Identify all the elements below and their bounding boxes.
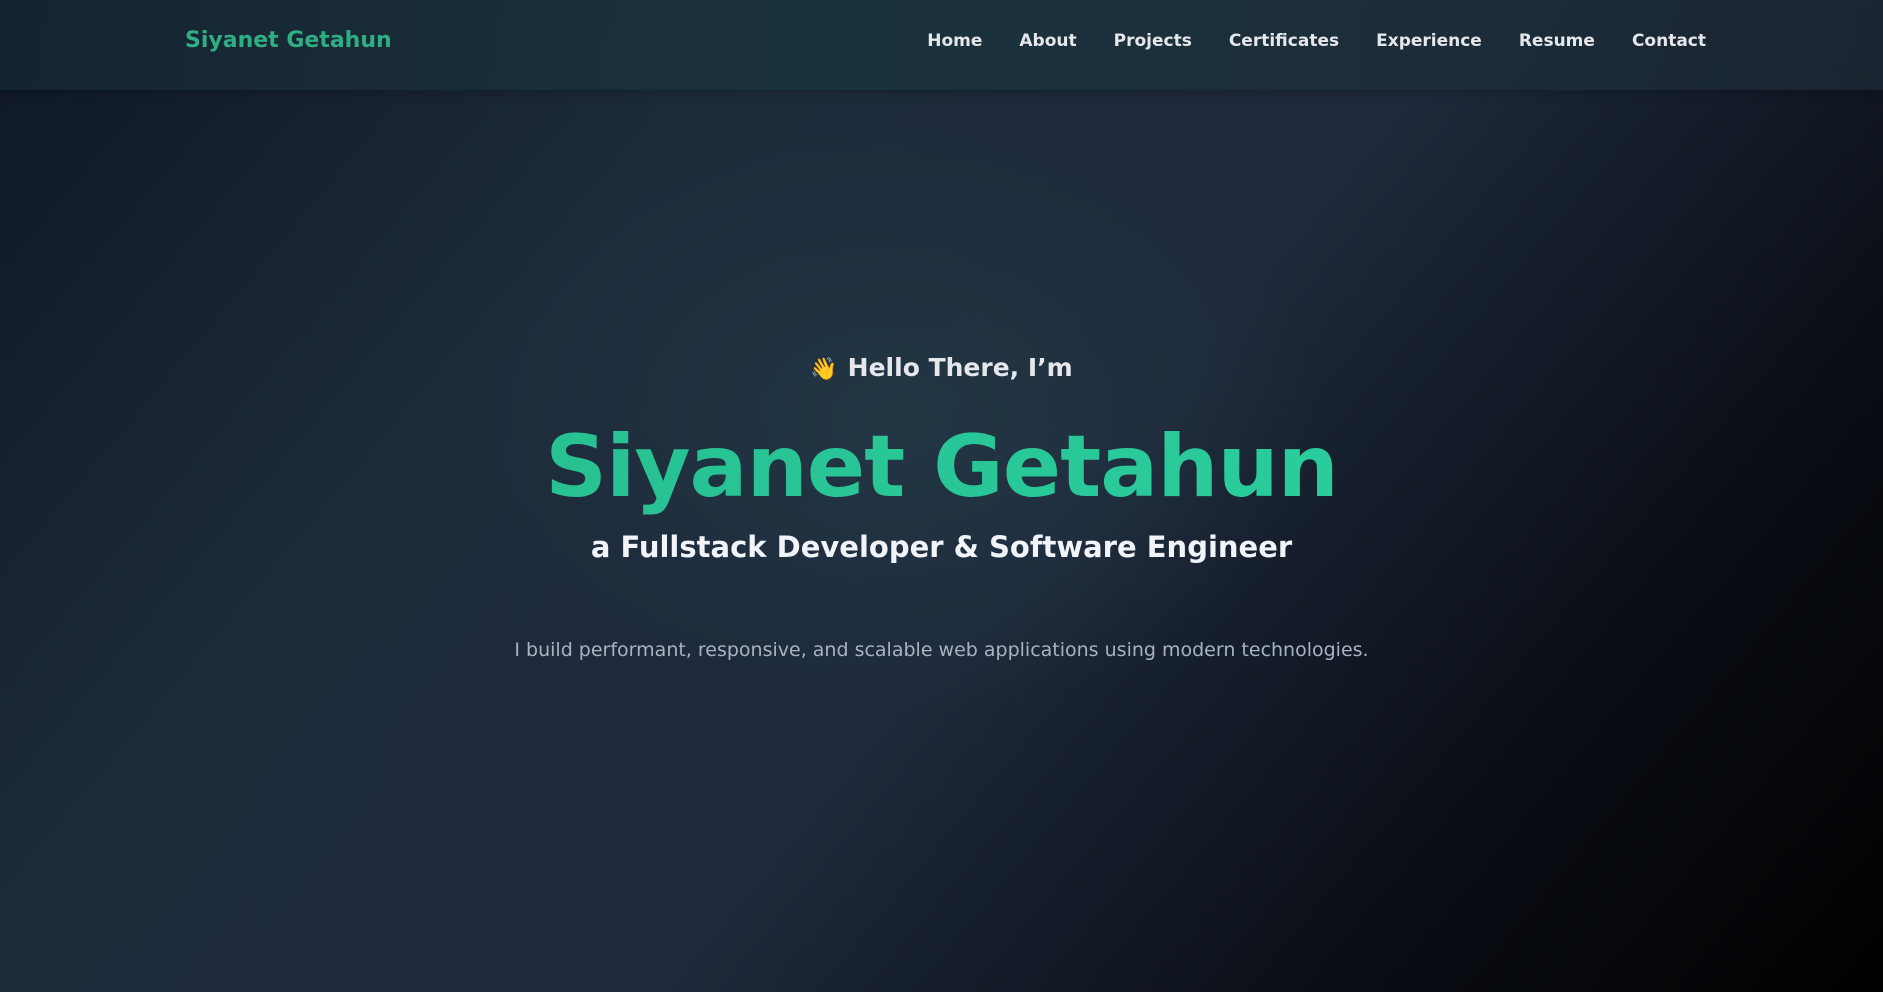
hero-name: Siyanet Getahun xyxy=(0,417,1883,517)
hero-section: 👋 Hello There, I’m Siyanet Getahun a Full… xyxy=(0,0,1883,992)
hero-description: I build performant, responsive, and scal… xyxy=(514,639,1369,661)
waving-hand-icon: 👋 xyxy=(810,357,838,382)
hero-greeting: 👋 Hello There, I’m xyxy=(0,353,1883,382)
hero-greeting-text: Hello There, I’m xyxy=(847,353,1073,382)
hero-subtitle: a Fullstack Developer & Software Enginee… xyxy=(590,530,1293,564)
